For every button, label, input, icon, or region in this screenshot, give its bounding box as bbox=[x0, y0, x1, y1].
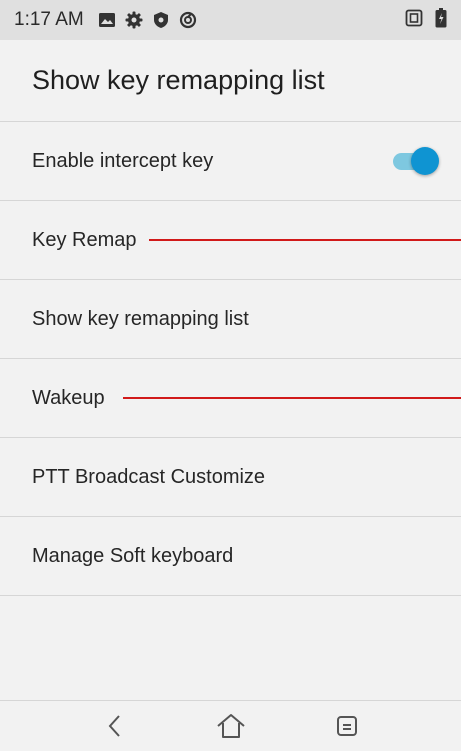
shield-icon bbox=[152, 11, 170, 29]
settings-list: Enable intercept key Key Remap Show key … bbox=[0, 122, 461, 596]
setting-ptt-broadcast-customize[interactable]: PTT Broadcast Customize bbox=[0, 438, 461, 517]
status-bar: 1:17 AM bbox=[0, 0, 461, 40]
status-right-icons bbox=[405, 7, 447, 33]
setting-wakeup[interactable]: Wakeup bbox=[0, 359, 461, 438]
home-icon bbox=[216, 714, 245, 738]
toggle-thumb bbox=[411, 147, 439, 175]
setting-enable-intercept-key[interactable]: Enable intercept key bbox=[0, 122, 461, 201]
settings-icon bbox=[125, 11, 143, 29]
page-title: Show key remapping list bbox=[32, 65, 325, 95]
annotation-line bbox=[122, 397, 461, 399]
nfc-icon bbox=[405, 9, 423, 32]
recents-icon bbox=[336, 716, 357, 736]
setting-label: Key Remap bbox=[32, 228, 137, 251]
setting-label: Manage Soft keyboard bbox=[32, 544, 234, 567]
navigation-bar bbox=[0, 700, 461, 751]
intercept-key-toggle[interactable] bbox=[387, 145, 441, 177]
setting-label: Enable intercept key bbox=[32, 149, 214, 172]
battery-icon bbox=[435, 7, 447, 33]
back-button[interactable] bbox=[97, 708, 133, 744]
annotation-line bbox=[148, 239, 461, 241]
recents-button[interactable] bbox=[329, 708, 365, 744]
setting-label: Show key remapping list bbox=[32, 307, 249, 330]
setting-label: Wakeup bbox=[32, 386, 105, 409]
setting-manage-soft-keyboard[interactable]: Manage Soft keyboard bbox=[0, 517, 461, 596]
back-icon bbox=[108, 715, 120, 737]
status-icons bbox=[98, 11, 197, 29]
setting-label: PTT Broadcast Customize bbox=[32, 465, 266, 488]
home-button[interactable] bbox=[213, 708, 249, 744]
data-saver-icon bbox=[179, 11, 197, 29]
setting-key-remap[interactable]: Key Remap bbox=[0, 201, 461, 280]
image-icon bbox=[98, 11, 116, 29]
title-bar: Show key remapping list bbox=[0, 40, 461, 122]
status-time: 1:17 AM bbox=[14, 9, 84, 30]
setting-show-key-remapping-list[interactable]: Show key remapping list bbox=[0, 280, 461, 359]
